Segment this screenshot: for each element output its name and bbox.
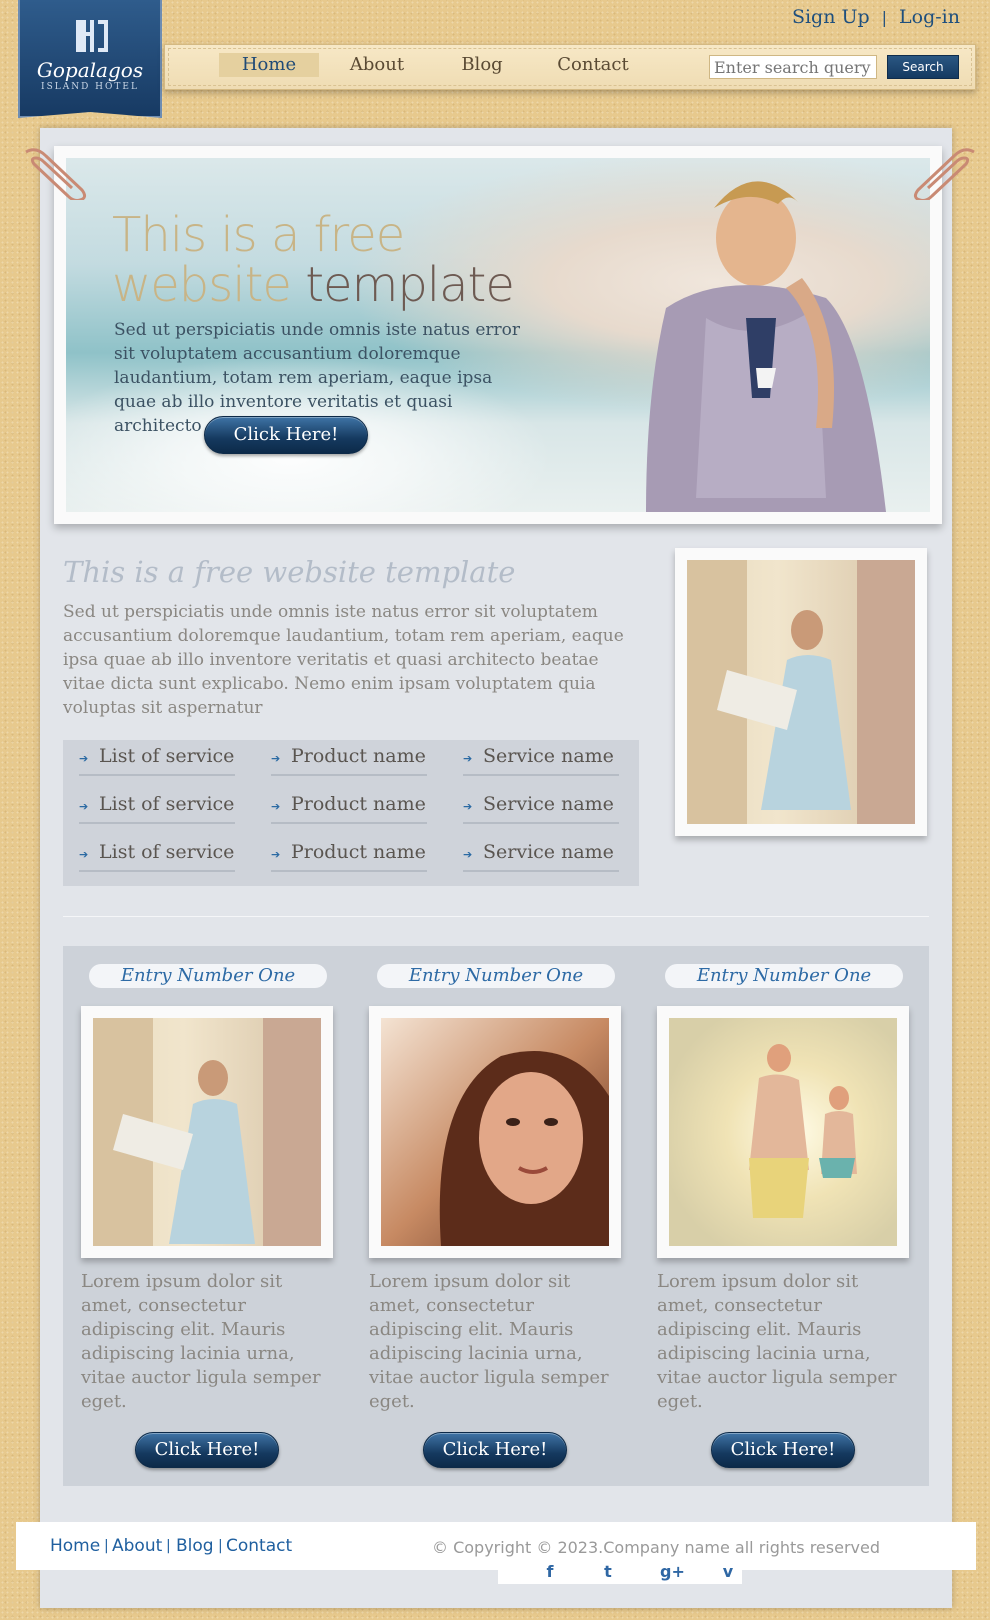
side-photo	[687, 560, 915, 824]
list-item[interactable]: ➔ Service name	[463, 836, 619, 872]
arrow-icon: ➔	[271, 848, 281, 861]
list-item[interactable]: ➔ Product name	[271, 740, 427, 776]
auth-separator: |	[881, 8, 888, 27]
hero-title-word-template: template	[305, 257, 515, 313]
nav-blog[interactable]: Blog	[447, 53, 517, 77]
entry-title[interactable]: Entry Number One	[665, 964, 903, 988]
login-link[interactable]: Log-in	[899, 6, 960, 28]
paperclip-right-icon	[913, 148, 975, 200]
arrow-icon: ➔	[463, 752, 473, 765]
list-item-label: Product name	[291, 793, 426, 815]
side-photo-frame	[675, 548, 927, 836]
entry-title[interactable]: Entry Number One	[377, 964, 615, 988]
footer-separator: |	[104, 1538, 109, 1554]
hero-cta-button[interactable]: Click Here!	[204, 416, 368, 454]
list-item[interactable]: ➔ List of service	[79, 740, 235, 776]
footer-link-blog[interactable]: Blog	[176, 1536, 214, 1556]
hero-title-word-website: website	[112, 257, 292, 313]
entry-photo-frame	[657, 1006, 909, 1258]
signup-link[interactable]: Sign Up	[792, 6, 870, 28]
list-item-label: Product name	[291, 745, 426, 767]
auth-links: Sign Up | Log-in	[792, 6, 960, 28]
nav-home[interactable]: Home	[219, 53, 319, 77]
footer-separator: |	[166, 1538, 171, 1554]
hero-banner: This is a free website template Sed ut p…	[66, 158, 930, 512]
entry-title[interactable]: Entry Number One	[89, 964, 327, 988]
section-divider	[63, 916, 929, 917]
entry-photo	[669, 1018, 897, 1246]
brand-subtitle: ISLAND HOTEL	[41, 82, 139, 92]
list-item-label: List of service	[99, 793, 235, 815]
list-item-label: List of service	[99, 841, 235, 863]
arrow-icon: ➔	[463, 800, 473, 813]
list-item[interactable]: ➔ List of service	[79, 788, 235, 824]
google-plus-icon[interactable]: g+	[660, 1562, 685, 1582]
footer-link-home[interactable]: Home	[50, 1536, 100, 1556]
entry-text: Lorem ipsum dolor sit amet, consectetur …	[657, 1271, 897, 1412]
entry-photo-frame	[369, 1006, 621, 1258]
list-item[interactable]: ➔ List of service	[79, 836, 235, 872]
search-input[interactable]	[709, 55, 877, 79]
list-item-label: Service name	[483, 793, 614, 815]
nav-contact[interactable]: Contact	[545, 53, 641, 77]
entries-section: Entry Number One Lorem ipsum dolor sit a…	[63, 946, 929, 1486]
list-item-label: Service name	[483, 745, 614, 767]
search-button[interactable]: Search	[887, 55, 959, 79]
entry-button[interactable]: Click Here!	[423, 1432, 567, 1468]
entry-photo-frame	[81, 1006, 333, 1258]
main-navigation: Home About Blog Contact Search	[164, 44, 976, 90]
entry-button[interactable]: Click Here!	[135, 1432, 279, 1468]
arrow-icon: ➔	[79, 752, 89, 765]
arrow-icon: ➔	[79, 800, 89, 813]
arrow-icon: ➔	[271, 800, 281, 813]
brand-name: Gopalagos	[36, 58, 144, 82]
intro-title: This is a free website template	[63, 555, 516, 589]
paperclip-left-icon	[25, 148, 87, 200]
list-item-label: Product name	[291, 841, 426, 863]
hero-title: This is a free website template	[112, 207, 515, 313]
services-list: ➔ List of service ➔ List of service ➔ List …	[63, 740, 639, 886]
entry-button[interactable]: Click Here!	[711, 1432, 855, 1468]
entry-text: Lorem ipsum dolor sit amet, consectetur …	[369, 1271, 609, 1412]
entry-photo	[93, 1018, 321, 1246]
entry-photo	[381, 1018, 609, 1246]
hero-title-line1: This is a free	[112, 207, 405, 263]
social-links: f t g+ v	[498, 1562, 742, 1584]
footer-separator: |	[218, 1538, 223, 1554]
hotel-logo[interactable]: Gopalagos ISLAND HOTEL	[18, 0, 162, 118]
logo-mark-icon	[70, 14, 114, 58]
copyright-text: © Copyright © 2023.Company name all righ…	[432, 1538, 880, 1557]
twitter-icon[interactable]: t	[598, 1562, 618, 1582]
facebook-icon[interactable]: f	[540, 1562, 560, 1582]
vimeo-icon[interactable]: v	[718, 1562, 738, 1582]
arrow-icon: ➔	[271, 752, 281, 765]
footer: Home | About | Blog | Contact © Copyrigh…	[16, 1522, 976, 1570]
list-item[interactable]: ➔ Service name	[463, 788, 619, 824]
list-item-label: Service name	[483, 841, 614, 863]
list-item-label: List of service	[99, 745, 235, 767]
nav-about[interactable]: About	[335, 53, 419, 77]
footer-link-about[interactable]: About	[112, 1536, 162, 1556]
list-item[interactable]: ➔ Service name	[463, 740, 619, 776]
hero-woman-image	[646, 181, 886, 512]
arrow-icon: ➔	[463, 848, 473, 861]
arrow-icon: ➔	[79, 848, 89, 861]
intro-text: Sed ut perspiciatis unde omnis iste natu…	[63, 602, 624, 718]
list-item[interactable]: ➔ Product name	[271, 788, 427, 824]
footer-link-contact[interactable]: Contact	[226, 1536, 292, 1556]
list-item[interactable]: ➔ Product name	[271, 836, 427, 872]
entry-text: Lorem ipsum dolor sit amet, consectetur …	[81, 1271, 321, 1412]
